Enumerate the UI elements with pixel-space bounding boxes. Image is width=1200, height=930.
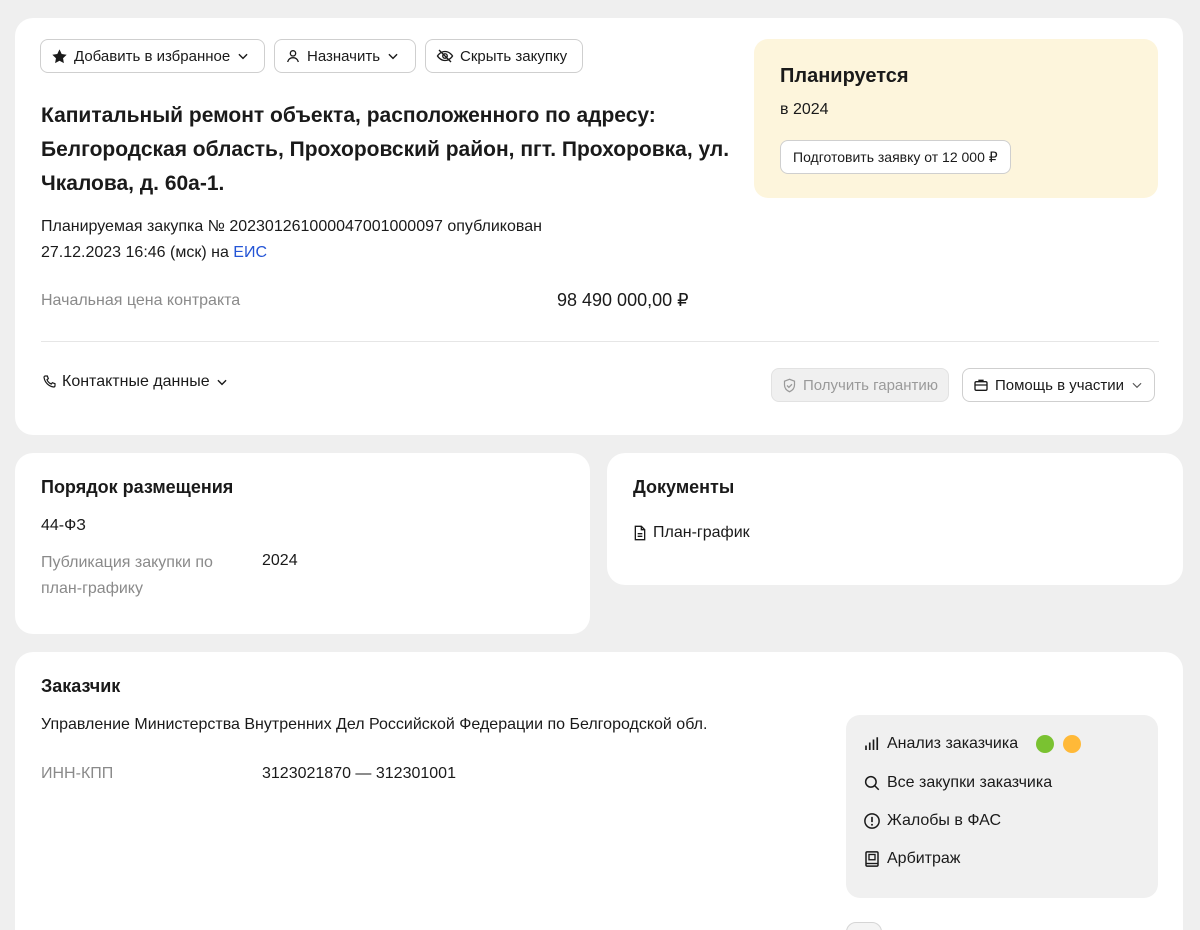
customer-analysis-label: Анализ заказчика [887, 735, 1019, 752]
fas-complaints-label: Жалобы в ФАС [887, 812, 1002, 829]
add-to-favorites-button[interactable]: Добавить в избранное [40, 39, 265, 73]
document-link-schedule[interactable]: План-график [633, 524, 750, 542]
contacts-label: Контактные данные [62, 373, 210, 390]
placement-order-title: Порядок размещения [41, 477, 234, 497]
all-customer-purchases-label: Все закупки заказчика [887, 774, 1053, 791]
rating-dot-green [1036, 735, 1055, 753]
purchase-title: Капитальный ремонт объекта, расположенно… [41, 104, 730, 195]
status-title: Планируется [780, 65, 909, 87]
document-label: План-график [653, 524, 750, 541]
customer-analysis-link[interactable]: Анализ заказчика [863, 735, 1082, 753]
get-guarantee-label: Получить гарантию [803, 376, 939, 394]
publication-value: 2024 [262, 552, 298, 569]
customer-card: Заказчик Управление Министерства Внутрен… [15, 652, 1183, 930]
user-icon [287, 50, 299, 63]
search-icon [864, 775, 880, 791]
documents-title: Документы [633, 477, 735, 497]
inn-kpp-label: ИНН-КПП [41, 765, 114, 782]
price-value: 98 490 000,00 ₽ [557, 290, 689, 310]
fas-complaints-link[interactable]: Жалобы в ФАС [863, 812, 1001, 830]
star-icon [52, 48, 67, 63]
purchase-meta-text: Планируемая закупка № 202301261000047001… [41, 218, 542, 261]
status-panel: Планируется в 2024 Подготовить заявку от… [754, 39, 1158, 198]
status-year: в 2024 [780, 101, 829, 118]
inn-kpp-value: 3123021870 — 312301001 [262, 765, 456, 782]
get-guarantee-button[interactable]: Получить гарантию [771, 368, 950, 402]
assign-label: Назначить [307, 47, 381, 65]
add-to-favorites-label: Добавить в избранное [74, 47, 231, 65]
alert-circle-icon [864, 813, 880, 829]
arbitration-link[interactable]: Арбитраж [863, 850, 961, 868]
documents-card: Документы План-график [607, 453, 1183, 585]
rating-dot-orange [1063, 735, 1082, 753]
purchase-meta: Планируемая закупка № 202301261000047001… [41, 214, 601, 266]
bar-chart-icon [865, 737, 879, 750]
participation-help-label: Помощь в участии [995, 376, 1125, 394]
shield-icon [783, 378, 796, 392]
assign-button[interactable]: Назначить [274, 39, 416, 73]
document-icon [634, 525, 646, 541]
all-customer-purchases-link[interactable]: Все закупки заказчика [863, 774, 1052, 792]
chevron-down-icon [238, 53, 248, 60]
customer-tools-panel: Анализ заказчика Все закупки заказчика Ж… [846, 715, 1158, 898]
chevron-down-icon [1132, 382, 1142, 389]
arbitration-label: Арбитраж [887, 850, 961, 867]
purchase-card: Добавить в избранное Назначить Скрыть за… [15, 18, 1183, 435]
divider [41, 341, 1159, 342]
phone-icon [43, 375, 56, 388]
law-value: 44-ФЗ [41, 517, 86, 534]
book-icon [865, 851, 879, 867]
briefcase-icon [974, 379, 988, 391]
eye-off-icon [436, 49, 454, 63]
contacts-toggle[interactable]: Контактные данные [41, 373, 229, 391]
hide-purchase-button[interactable]: Скрыть закупку [425, 39, 583, 73]
eis-link[interactable]: ЕИС [233, 244, 267, 261]
participation-help-button[interactable]: Помощь в участии [962, 368, 1156, 402]
customer-name: Управление Министерства Внутренних Дел Р… [41, 716, 708, 733]
hide-purchase-label: Скрыть закупку [460, 47, 568, 65]
publication-label: Публикация закупки по план-графику [41, 554, 213, 597]
prepare-application-button[interactable]: Подготовить заявку от 12 000 ₽ [780, 140, 1011, 174]
chevron-down-icon [388, 53, 398, 60]
customer-title: Заказчик [41, 676, 121, 696]
price-label: Начальная цена контракта [41, 292, 241, 309]
placement-order-card: Порядок размещения 44-ФЗ Публикация заку… [15, 453, 590, 634]
chevron-down-icon [217, 379, 227, 386]
toggle-switch[interactable] [846, 922, 882, 930]
